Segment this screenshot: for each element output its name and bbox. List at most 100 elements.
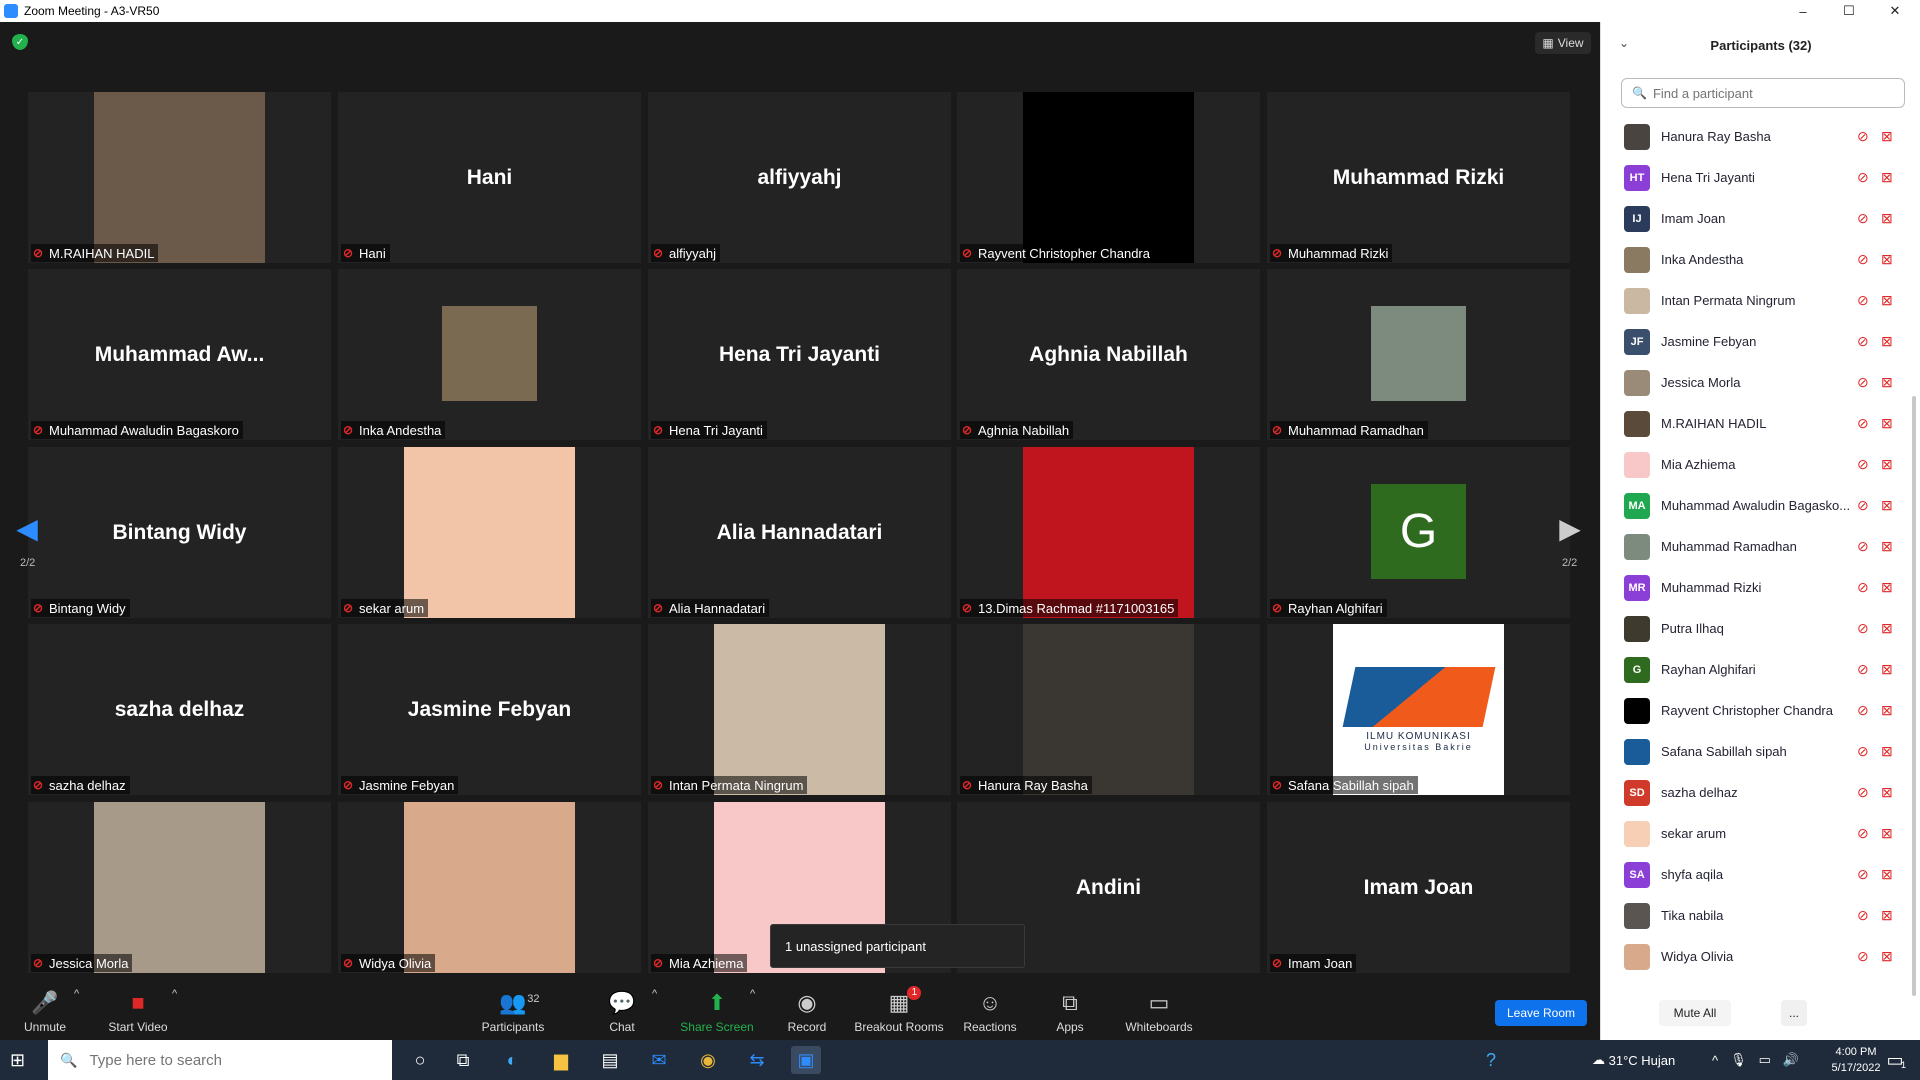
- participant-row[interactable]: M.RAIHAN HADIL ⊘ ⊠: [1601, 403, 1911, 444]
- participant-row[interactable]: Muhammad Ramadhan ⊘ ⊠: [1601, 526, 1911, 567]
- video-tile[interactable]: ⊘ Muhammad Ramadhan: [1267, 269, 1570, 440]
- participant-row[interactable]: Rayvent Christopher Chandra ⊘ ⊠: [1601, 690, 1911, 731]
- teamviewer-icon[interactable]: ⇆: [742, 1046, 772, 1074]
- video-tile[interactable]: ⊘ Rayvent Christopher Chandra: [957, 92, 1260, 263]
- participant-row[interactable]: Widya Olivia ⊘ ⊠: [1601, 936, 1911, 977]
- notification-center-icon[interactable]: ▭ 1: [1880, 1046, 1910, 1074]
- start-video-button[interactable]: ■ Start Video: [106, 980, 170, 1040]
- participant-row[interactable]: Jessica Morla ⊘ ⊠: [1601, 362, 1911, 403]
- participant-row[interactable]: Putra Ilhaq ⊘ ⊠: [1601, 608, 1911, 649]
- video-tile[interactable]: sazha delhaz ⊘ sazha delhaz: [28, 624, 331, 795]
- participant-name: sazha delhaz: [1661, 785, 1738, 800]
- windows-start-icon[interactable]: ⊞: [10, 1050, 30, 1070]
- whiteboards-button[interactable]: ▭ Whiteboards: [1124, 980, 1194, 1040]
- participant-row[interactable]: MR Muhammad Rizki ⊘ ⊠: [1601, 567, 1911, 608]
- mail-icon[interactable]: ✉: [644, 1046, 674, 1074]
- participant-name: shyfa aqila: [1661, 867, 1724, 882]
- video-tile[interactable]: Muhammad Aw... ⊘ Muhammad Awaludin Bagasko…: [28, 269, 331, 440]
- video-tile[interactable]: ⊘ 13.Dimas Rachmad #1171003165: [957, 447, 1260, 618]
- more-options-button[interactable]: ...: [1781, 1000, 1807, 1026]
- participant-row[interactable]: Safana Sabillah sipah ⊘ ⊠: [1601, 731, 1911, 772]
- close-button[interactable]: ✕: [1872, 0, 1918, 22]
- participants-button[interactable]: 👥 32 Participants: [478, 980, 548, 1040]
- security-shield-icon[interactable]: ✓: [12, 34, 28, 50]
- participant-logo: ILMU KOMUNIKASI Universitas Bakrie: [1333, 624, 1504, 795]
- video-options-caret-icon[interactable]: ^: [172, 988, 177, 1000]
- video-tile[interactable]: ILMU KOMUNIKASI Universitas Bakrie ⊘ Safana…: [1267, 624, 1570, 795]
- participant-avatar: SD: [1624, 779, 1650, 806]
- video-tile[interactable]: ⊘ Jessica Morla: [28, 802, 331, 973]
- participant-row[interactable]: HT Hena Tri Jayanti ⊘ ⊠: [1601, 157, 1911, 198]
- participant-row[interactable]: Tika nabila ⊘ ⊠: [1601, 895, 1911, 936]
- edge-browser-icon[interactable]: ◐: [497, 1046, 527, 1074]
- share-screen-button[interactable]: ⬆ Share Screen: [680, 980, 754, 1040]
- participant-name: Mia Azhiema: [669, 955, 744, 971]
- chrome-browser-icon[interactable]: ◉: [693, 1046, 723, 1074]
- unmute-button[interactable]: 🎤 Unmute: [20, 980, 70, 1040]
- video-tile[interactable]: Hena Tri Jayanti ⊘ Hena Tri Jayanti: [648, 269, 951, 440]
- participant-search-input[interactable]: [1652, 85, 1893, 101]
- chat-caret-icon[interactable]: ^: [652, 988, 657, 1000]
- video-tile[interactable]: Imam Joan ⊘ Imam Joan: [1267, 802, 1570, 973]
- participant-row[interactable]: SD sazha delhaz ⊘ ⊠: [1601, 772, 1911, 813]
- participant-row[interactable]: MA Muhammad Awaludin Bagasko... ⊘ ⊠: [1601, 485, 1911, 526]
- view-button[interactable]: ▦ View: [1535, 32, 1591, 54]
- participant-row[interactable]: SA shyfa aqila ⊘ ⊠: [1601, 854, 1911, 895]
- video-tile[interactable]: ⊘ Widya Olivia: [338, 802, 641, 973]
- video-tile[interactable]: Jasmine Febyan ⊘ Jasmine Febyan: [338, 624, 641, 795]
- video-tile[interactable]: Aghnia Nabillah ⊘ Aghnia Nabillah: [957, 269, 1260, 440]
- participant-row[interactable]: sekar arum ⊘ ⊠: [1601, 813, 1911, 854]
- participant-video: [94, 802, 265, 973]
- leave-room-button[interactable]: Leave Room: [1495, 1000, 1587, 1026]
- reactions-button[interactable]: ☺ Reactions: [962, 980, 1018, 1040]
- volume-icon[interactable]: 🔊: [1783, 1052, 1799, 1068]
- video-tile[interactable]: ⊘ Hanura Ray Basha: [957, 624, 1260, 795]
- maximize-button[interactable]: ☐: [1826, 0, 1872, 22]
- network-icon[interactable]: ▭: [1759, 1052, 1771, 1068]
- participant-row[interactable]: G Rayhan Alghifari ⊘ ⊠: [1601, 649, 1911, 690]
- video-tile[interactable]: alfiyyahj ⊘ alfiyyahj: [648, 92, 951, 263]
- video-tile[interactable]: Alia Hannadatari ⊘ Alia Hannadatari: [648, 447, 951, 618]
- video-tile[interactable]: ⊘ Inka Andestha: [338, 269, 641, 440]
- weather-widget[interactable]: ☁ 31°C Hujan: [1592, 1040, 1675, 1080]
- chat-button[interactable]: 💬 Chat: [602, 980, 642, 1040]
- video-tile[interactable]: ⊘ sekar arum: [338, 447, 641, 618]
- participant-row[interactable]: Hanura Ray Basha ⊘ ⊠: [1601, 116, 1911, 157]
- participant-name-label: ⊘ Intan Permata Ningrum: [651, 776, 808, 794]
- taskbar-search-input[interactable]: [89, 1051, 380, 1069]
- muted-mic-icon: ⊘: [1857, 825, 1869, 841]
- record-button[interactable]: ◉ Record: [782, 980, 832, 1040]
- participant-row[interactable]: JF Jasmine Febyan ⊘ ⊠: [1601, 321, 1911, 362]
- mute-all-button[interactable]: Mute All: [1659, 1000, 1731, 1026]
- video-tile[interactable]: Hani ⊘ Hani: [338, 92, 641, 263]
- task-view-icon[interactable]: ⧉: [448, 1046, 478, 1074]
- minimize-button[interactable]: –: [1780, 0, 1826, 22]
- audio-options-caret-icon[interactable]: ^: [74, 988, 79, 1000]
- participant-row[interactable]: IJ Imam Joan ⊘ ⊠: [1601, 198, 1911, 239]
- participant-avatar: [1624, 369, 1650, 396]
- video-tile[interactable]: Muhammad Rizki ⊘ Muhammad Rizki: [1267, 92, 1570, 263]
- apps-button[interactable]: ⧉ Apps: [1052, 980, 1088, 1040]
- participant-row[interactable]: Mia Azhiema ⊘ ⊠: [1601, 444, 1911, 485]
- participants-scrollbar[interactable]: [1911, 116, 1917, 1006]
- participant-row[interactable]: Intan Permata Ningrum ⊘ ⊠: [1601, 280, 1911, 321]
- previous-page-arrow-icon[interactable]: ◀: [12, 510, 42, 546]
- video-tile[interactable]: ⊘ Intan Permata Ningrum: [648, 624, 951, 795]
- video-tile[interactable]: Bintang Widy ⊘ Bintang Widy: [28, 447, 331, 618]
- participant-row[interactable]: Inka Andestha ⊘ ⊠: [1601, 239, 1911, 280]
- taskbar-search[interactable]: 🔍: [48, 1040, 392, 1080]
- video-tile[interactable]: G ⊘ Rayhan Alghifari: [1267, 447, 1570, 618]
- chevron-up-icon[interactable]: ^: [1712, 1053, 1718, 1068]
- share-caret-icon[interactable]: ^: [750, 988, 755, 1000]
- system-tray[interactable]: ^ 🎙 ▭ 🔊: [1712, 1040, 1799, 1080]
- help-icon[interactable]: ?: [1476, 1046, 1506, 1074]
- participant-search[interactable]: 🔍: [1621, 78, 1905, 108]
- file-explorer-icon[interactable]: ▆: [546, 1046, 576, 1074]
- video-tile[interactable]: ⊘ M.RAIHAN HADIL: [28, 92, 331, 263]
- microsoft-store-icon[interactable]: ▤: [595, 1046, 625, 1074]
- breakout-rooms-button[interactable]: ▦ 1 Breakout Rooms: [852, 980, 946, 1040]
- cortana-icon[interactable]: ○: [405, 1046, 435, 1074]
- microphone-tray-icon[interactable]: 🎙: [1730, 1052, 1747, 1068]
- zoom-taskbar-icon[interactable]: ▣: [791, 1046, 821, 1074]
- next-page-arrow-icon[interactable]: ▶: [1555, 510, 1585, 546]
